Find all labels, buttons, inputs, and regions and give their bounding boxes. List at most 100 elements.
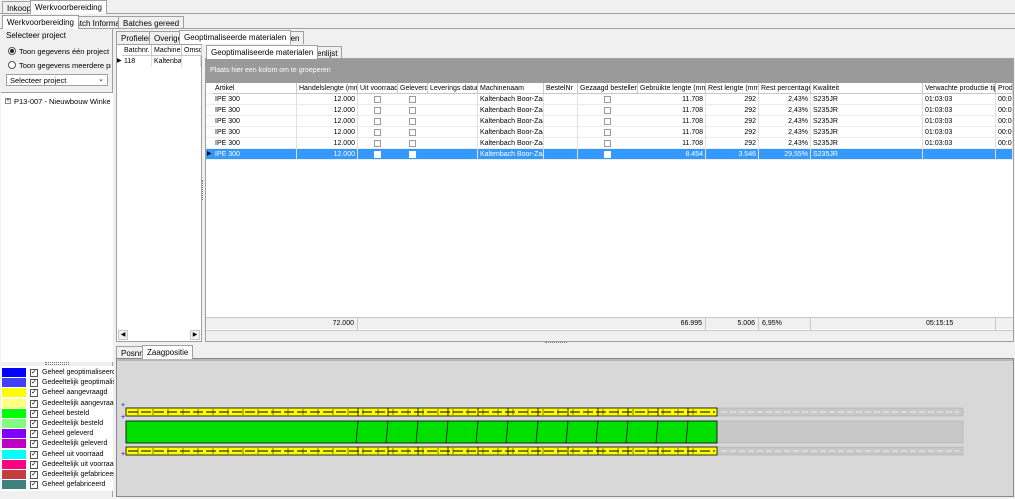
- tab-zaagpositie[interactable]: Zaagpositie: [142, 345, 194, 359]
- row-checkbox[interactable]: [604, 151, 611, 158]
- legend-checkbox[interactable]: ✓: [30, 420, 38, 428]
- row-checkbox[interactable]: [604, 140, 611, 147]
- row-checkbox[interactable]: [374, 107, 381, 114]
- table-row[interactable]: IPE 300 12.000 Kaltenbach Boor-Zaag 11.708 2…: [206, 138, 1013, 149]
- table-row[interactable]: IPE 300 12.000 Kaltenbach Boor-Zaag 11.708 2…: [206, 116, 1013, 127]
- legend-label: Geheel besteld: [42, 409, 90, 417]
- batch-row[interactable]: ▶ 118 Kaltenbac: [117, 56, 201, 67]
- column-header[interactable]: Rest lengte (mm): [706, 83, 759, 94]
- row-checkbox[interactable]: [409, 96, 416, 103]
- legend-checkbox[interactable]: ✓: [30, 379, 38, 388]
- column-header[interactable]: Gebruikte lengte (mm): [638, 83, 706, 94]
- table-cell: [428, 94, 478, 105]
- column-header[interactable]: BestelNr: [544, 83, 578, 94]
- column-header[interactable]: Machinenaam: [478, 83, 544, 94]
- row-checkbox[interactable]: [409, 151, 416, 158]
- legend-row: ✓ Gedeeltelijk geoptimaliseerd: [2, 378, 114, 389]
- column-header[interactable]: Geleverd: [398, 83, 428, 94]
- legend-row: ✓ Geheel uit voorraad: [2, 449, 114, 460]
- materials-grid: Plaats hier een kolom om te groeperen Ar…: [205, 58, 1014, 342]
- table-cell: [428, 105, 478, 116]
- chevron-down-icon[interactable]: ⌄: [98, 75, 104, 83]
- grid-header-row: Artikel Handelslengte (mm) Uit voorraad Gel…: [206, 83, 1013, 94]
- column-header[interactable]: Rest percentage: [759, 83, 811, 94]
- legend-checkbox[interactable]: ✓: [30, 409, 38, 418]
- grid-hscroll[interactable]: [206, 330, 1013, 341]
- table-cell: IPE 300: [213, 127, 297, 138]
- table-cell: 11.708: [638, 94, 706, 105]
- legend-checkbox[interactable]: ✓: [30, 440, 38, 449]
- horizontal-splitter[interactable]: [545, 342, 567, 345]
- legend-checkbox[interactable]: ✓: [30, 399, 38, 408]
- table-cell: 292: [706, 94, 759, 105]
- group-by-bar[interactable]: Plaats hier een kolom om te groeperen: [206, 59, 1013, 83]
- table-cell: Kaltenbach Boor-Zaag: [480, 127, 544, 138]
- legend-checkbox[interactable]: ✓: [30, 460, 38, 469]
- legend-row: ✓ Gedeeltelijk uit voorraad: [2, 459, 114, 470]
- table-cell: 11.708: [638, 138, 706, 149]
- column-header[interactable]: Artikel: [213, 83, 297, 94]
- column-header[interactable]: Verwachte productie tijd: [923, 83, 996, 94]
- batch-scroll-right[interactable]: ▶: [190, 330, 200, 340]
- legend-checkbox[interactable]: ✓: [30, 369, 38, 377]
- row-checkbox[interactable]: [409, 107, 416, 114]
- batch-col-omsd[interactable]: Omsd: [182, 45, 202, 56]
- table-row[interactable]: IPE 300 12.000 Kaltenbach Boor-Zaag 11.708 2…: [206, 127, 1013, 138]
- project-select[interactable]: Selecteer project ⌄: [6, 74, 108, 86]
- row-checkbox[interactable]: [604, 118, 611, 125]
- column-header[interactable]: Produ: [996, 83, 1013, 94]
- legend-swatch: [2, 470, 26, 480]
- row-checkbox[interactable]: [604, 107, 611, 114]
- table-row[interactable]: IPE 300 12.000 Kaltenbach Boor-Zaag 11.708 2…: [206, 105, 1013, 116]
- tree-item-project[interactable]: P13-007 - Nieuwbouw Winkelcent: [14, 97, 110, 106]
- column-header[interactable]: Uit voorraad: [358, 83, 398, 94]
- tree-panel: + P13-007 - Nieuwbouw Winkelcent: [1, 92, 113, 362]
- row-pointer-icon: ▶: [117, 58, 122, 64]
- legend-swatch: [2, 429, 26, 440]
- tab-geoptimaliseerde-materialen[interactable]: Geoptimaliseerde materialen: [179, 30, 292, 44]
- table-cell: 01:03:03: [923, 138, 996, 149]
- row-checkbox[interactable]: [604, 129, 611, 136]
- legend-checkbox[interactable]: ✓: [30, 389, 38, 398]
- column-header[interactable]: Kwaliteit: [811, 83, 923, 94]
- legend-row: ✓ Geheel gefabriceerd: [2, 480, 114, 491]
- legend-checkbox[interactable]: ✓: [30, 481, 38, 490]
- row-checkbox[interactable]: [409, 140, 416, 147]
- row-checkbox[interactable]: [374, 151, 381, 158]
- row-checkbox[interactable]: [409, 129, 416, 136]
- row-checkbox[interactable]: [374, 129, 381, 136]
- legend-row: ✓ Gedeeltelijk gefabriceerd: [2, 470, 114, 480]
- batch-cell-machine: Kaltenbac: [154, 56, 182, 67]
- legend-label: Gedeeltelijk besteld: [42, 420, 104, 427]
- table-row[interactable]: ▶ IPE 300 12.000 Kaltenbach Boor-Zaag 8.454 3…: [206, 149, 1013, 160]
- table-cell: [428, 116, 478, 127]
- tree-expand-icon[interactable]: +: [5, 98, 11, 104]
- table-row[interactable]: IPE 300 12.000 Kaltenbach Boor-Zaag 11.708 2…: [206, 94, 1013, 105]
- legend-checkbox[interactable]: ✓: [30, 430, 38, 439]
- radio-many-label: Toon gegevens meerdere proje: [19, 61, 111, 70]
- row-checkbox[interactable]: [374, 140, 381, 147]
- row-checkbox[interactable]: [409, 118, 416, 125]
- footer-total: 66.995: [638, 318, 706, 330]
- radio-one-project[interactable]: [8, 47, 16, 55]
- radio-many-projects[interactable]: [8, 61, 16, 69]
- legend-checkbox[interactable]: ✓: [30, 471, 38, 479]
- splitter-grip[interactable]: [45, 362, 69, 365]
- row-checkbox[interactable]: [374, 118, 381, 125]
- legend-row: ✓ Gedeeltelijk besteld: [2, 419, 114, 429]
- table-cell: S235JR: [811, 116, 923, 127]
- tab-result-geoptimaliseerde[interactable]: Geoptimaliseerde materialen: [206, 45, 319, 59]
- tab-werkvoorbereiding[interactable]: Werkvoorbereiding: [2, 15, 79, 29]
- batch-col-batchnr[interactable]: Batchnr.: [122, 45, 152, 56]
- tab-werkvoorbereiding-top[interactable]: Werkvoorbereiding: [30, 0, 107, 14]
- column-header[interactable]: Gezaagd bestellen: [578, 83, 638, 94]
- table-cell: 11.708: [638, 105, 706, 116]
- row-checkbox[interactable]: [374, 96, 381, 103]
- row-checkbox[interactable]: [604, 96, 611, 103]
- batch-col-machine[interactable]: Machinen: [152, 45, 182, 56]
- legend-checkbox[interactable]: ✓: [30, 450, 38, 459]
- column-header[interactable]: Handelslengte (mm): [297, 83, 358, 94]
- column-header[interactable]: Leverings datum: [428, 83, 478, 94]
- batch-scroll-left[interactable]: ◀: [118, 330, 128, 340]
- vertical-splitter[interactable]: [202, 180, 204, 200]
